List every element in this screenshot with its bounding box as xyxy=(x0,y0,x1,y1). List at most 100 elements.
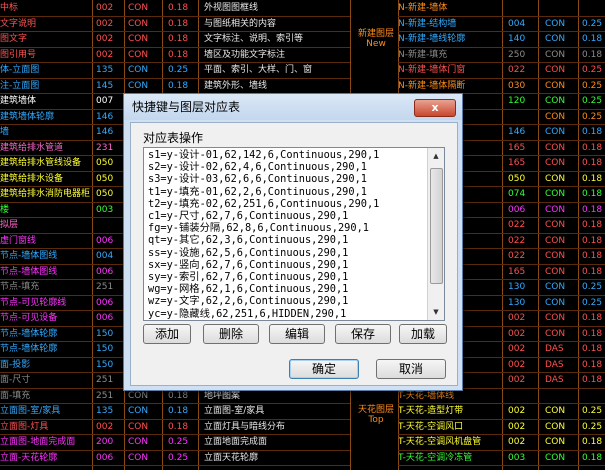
mapping-list-text[interactable]: s1=y-设计-01,62,142,6,Continuous,290,1 s2=y… xyxy=(148,149,424,320)
right-cell-lw: 0.25 xyxy=(582,111,603,122)
grid-line xyxy=(398,31,605,32)
right-cell-ltype: CON xyxy=(545,142,566,153)
right-cell-ltype: CON xyxy=(545,297,566,308)
right-cell-code: 130 xyxy=(508,297,526,308)
mapping-line[interactable]: qt=y-其它,62,3,6,Continuous,290,1 xyxy=(148,234,424,246)
right-cell-code: 002 xyxy=(508,421,526,432)
dialog-body: 对应表操作 s1=y-设计-01,62,142,6,Continuous,290… xyxy=(130,122,458,386)
right-cell-ltype: DAS xyxy=(545,344,564,354)
mapping-line[interactable]: s2=y-设计-02,62,4,6,Continuous,290,1 xyxy=(148,161,424,173)
right-cell-ltype: CON xyxy=(545,282,566,292)
right-cell-code: 006 xyxy=(508,204,526,215)
grid-line xyxy=(0,15,350,17)
mid-description: 立面灯具与暗线分布 xyxy=(204,421,286,432)
right-cell-ltype xyxy=(545,2,573,14)
right-cell-lw: 0.18 xyxy=(582,437,603,447)
right-cell-lw: 0.25 xyxy=(582,80,603,91)
grid-line xyxy=(0,46,350,48)
right-cell-ltype: CON xyxy=(545,266,566,277)
right-cell-code: 165 xyxy=(508,142,526,153)
mapping-line[interactable]: fg=y-铺装分隔,62,8,6,Continuous,290,1 xyxy=(148,222,424,234)
load-button[interactable]: 加载 xyxy=(399,324,447,344)
right-cell-ltype: CON xyxy=(545,204,566,215)
right-cell-lw: 0.18 xyxy=(582,49,603,60)
right-cell-ltype: CON xyxy=(545,421,566,432)
grid-line xyxy=(578,0,579,470)
grid-line xyxy=(0,403,350,404)
right-cell-ltype: CON xyxy=(545,34,566,44)
right-cell-name: N-新建-墙体门窗 xyxy=(398,65,466,75)
edit-button[interactable]: 编辑 xyxy=(269,324,325,344)
mapping-line[interactable]: sx=y-竖向,62,7,6,Continuous,290,1 xyxy=(148,259,424,271)
ok-button[interactable]: 确定 xyxy=(289,359,359,379)
right-cell-lw: 0.18 xyxy=(582,220,603,230)
scroll-up-icon[interactable]: ▲ xyxy=(429,149,443,163)
scroll-thumb[interactable] xyxy=(430,168,443,284)
right-cell-ltype: CON xyxy=(545,127,566,137)
right-cell-code: 022 xyxy=(508,235,526,246)
mapping-line[interactable]: sy=y-索引,62,7,6,Continuous,290,1 xyxy=(148,271,424,283)
right-cell-ltype: CON xyxy=(545,437,566,447)
right-cell-ltype: CON xyxy=(545,220,566,230)
grid-line xyxy=(502,0,503,470)
mid-description: 文字标注、说明、索引等 xyxy=(204,34,304,44)
right-cell-code: 165 xyxy=(508,266,526,277)
right-cell-code: 004 xyxy=(508,18,526,29)
right-cell-lw: 0.18 xyxy=(582,158,603,168)
delete-button[interactable]: 删除 xyxy=(203,324,259,344)
cancel-button[interactable]: 取消 xyxy=(376,359,446,379)
right-cell-ltype: DAS xyxy=(545,359,564,370)
mapping-line[interactable]: wg=y-网格,62,1,6,Continuous,290,1 xyxy=(148,283,424,295)
right-cell-lw: 0.25 xyxy=(582,65,603,75)
right-cell-ltype: CON xyxy=(545,328,566,339)
grid-line xyxy=(398,418,605,420)
mapping-line[interactable]: t1=y-填充-01,62,2,6,Continuous,290,1 xyxy=(148,186,424,198)
right-cell-lw: 0.18 xyxy=(582,142,603,153)
mapping-line[interactable]: c1=y-尺寸,62,7,6,Continuous,290,1 xyxy=(148,210,424,222)
right-cell-lw: 0.18 xyxy=(582,344,603,354)
right-cell-ltype: CON xyxy=(545,313,566,323)
right-cell-code: 022 xyxy=(508,220,526,230)
right-cell-name: T-天花-造型灯带 xyxy=(398,406,464,416)
mid-description: 立面图-室/家具 xyxy=(204,406,265,416)
right-cell-ltype: CON xyxy=(545,158,566,168)
right-cell-name: T-天花-空调风口 xyxy=(398,421,464,432)
right-cell-name: T-天花-空调冷冻管 xyxy=(398,452,473,463)
right-cell-code: 146 xyxy=(508,127,526,137)
grid-line xyxy=(398,15,605,17)
right-cell-lw: 0.18 xyxy=(582,359,603,370)
right-cell-ltype: CON xyxy=(545,18,566,29)
right-cell-code: 050 xyxy=(508,173,526,184)
right-cell-lw: 0.25 xyxy=(582,282,603,292)
scroll-down-icon[interactable]: ▼ xyxy=(429,305,443,319)
right-cell-code: 022 xyxy=(508,65,526,75)
right-cell-ltype: CON xyxy=(545,173,566,184)
right-cell-lw: 0.18 xyxy=(582,375,603,385)
mapping-line[interactable]: s3=y-设计-03,62,6,6,Continuous,290,1 xyxy=(148,173,424,185)
right-cell-name: N-新建-结构墙 xyxy=(398,18,457,29)
grid-line xyxy=(398,465,605,466)
mapping-line[interactable]: wz=y-文字,62,2,6,Continuous,290,1 xyxy=(148,295,424,307)
right-cell-code: 250 xyxy=(508,49,526,60)
listbox-scrollbar[interactable]: ▲ ▼ xyxy=(427,148,444,320)
mid-description: 建筑外形、墙线 xyxy=(204,80,268,91)
save-button[interactable]: 保存 xyxy=(335,324,391,344)
grid-line xyxy=(0,465,350,466)
right-cell-ltype: CON xyxy=(545,406,566,416)
mid-description: 外视图图框线 xyxy=(204,3,259,13)
right-cell-lw: 0.18 xyxy=(582,34,603,44)
mapping-line[interactable]: t2=y-填充-02,62,251,6,Continuous,290,1 xyxy=(148,198,424,210)
mapping-line[interactable]: ss=y-设施,62,5,6,Continuous,290,1 xyxy=(148,247,424,259)
right-cell-lw: 0.18 xyxy=(582,189,603,199)
mapping-line[interactable]: s1=y-设计-01,62,142,6,Continuous,290,1 xyxy=(148,149,424,161)
add-button[interactable]: 添加 xyxy=(143,324,191,344)
grid-line xyxy=(398,46,605,48)
right-cell-code: 022 xyxy=(508,251,526,261)
mapping-line[interactable]: yc=y-隐藏线,62,251,6,HIDDEN,290,1 xyxy=(148,308,424,320)
grid-line xyxy=(538,0,539,470)
right-cell-lw: 0.18 xyxy=(582,328,603,339)
mid-description: 平面、索引、大样、门、窗 xyxy=(204,65,313,75)
mapping-listbox[interactable]: s1=y-设计-01,62,142,6,Continuous,290,1 s2=y… xyxy=(143,147,445,321)
right-cell-ltype: CON xyxy=(545,452,566,463)
close-icon[interactable]: x xyxy=(414,99,456,117)
